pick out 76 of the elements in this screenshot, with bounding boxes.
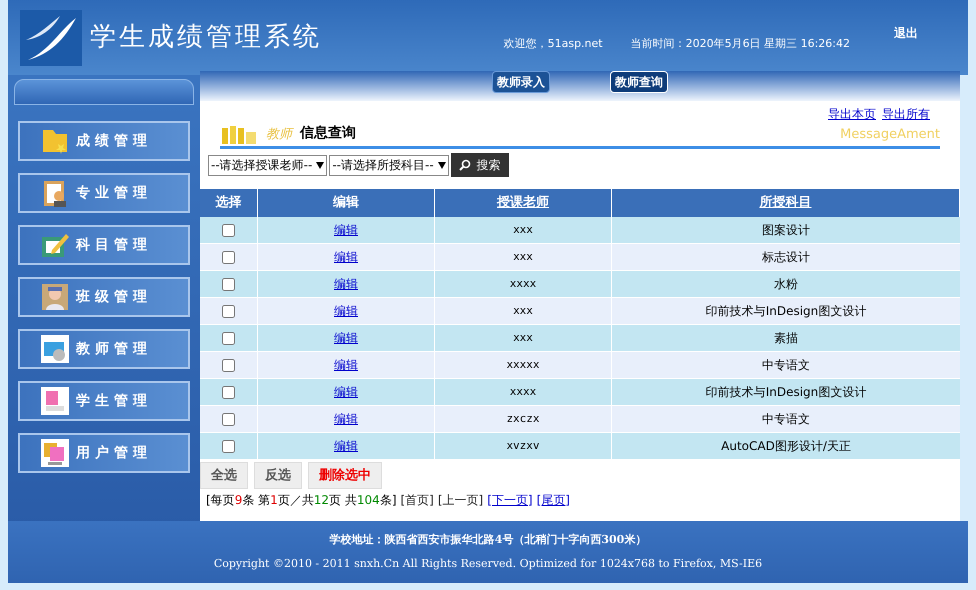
table-cell-text: 印前技术与InDesign图文设计 [706,303,866,320]
export-link[interactable]: 导出本页 [828,105,876,123]
table-cell-text: zxczx [506,410,540,427]
school-address: 学校地址：陕西省西安市振华北路4号（北稍门十字向西300米） [330,532,646,548]
edit-link[interactable]: 编辑 [334,383,358,401]
sidebar-item[interactable]: 科目管理 [18,225,190,265]
person-icon [40,282,70,312]
table-cell-text: 中专语文 [762,411,810,428]
table-cell-text: xxx [513,248,533,265]
action-button[interactable]: 删除选中 [308,462,382,489]
edit-link[interactable]: 编辑 [334,248,358,266]
computer-icon [40,386,70,416]
edit-link[interactable]: 编辑 [334,302,358,320]
sidebar-item[interactable]: 教师管理 [18,329,190,369]
pager-link[interactable]: [尾页] [536,491,570,509]
caret-icon [316,162,324,168]
table-cell-text: AutoCAD图形设计/天正 [721,438,851,455]
app-title: 学生成绩管理系统 [90,21,322,54]
pager-info: [每页9条 第1页／共12页 共104条] [206,492,396,509]
column-header[interactable]: 所授科目 [760,193,812,213]
current-time: 当前时间：2020年5月6日 星期三 16:26:42 [630,36,850,52]
column-header: 选择 [216,194,242,212]
sidebar-item[interactable]: 班级管理 [18,277,190,317]
edit-link[interactable]: 编辑 [334,410,358,428]
row-checkbox[interactable] [222,332,235,344]
table-cell-text: xvzxv [506,438,540,454]
edit-link[interactable]: 编辑 [334,221,358,239]
sidebar-item[interactable]: 用户管理 [18,433,190,473]
search-icon [458,159,471,171]
row-checkbox[interactable] [222,278,235,290]
table-cell-text: xxxx [510,276,536,292]
section-subtitle: MessageAment [840,126,940,144]
edit-link[interactable]: 编辑 [334,329,358,347]
copyright-text: Copyright ©2010 - 2011 snxh.Cn All Rights Reserved. Optimized for 1024x768 to Firefox, MS-IE6 [214,556,762,572]
search-button[interactable]: 搜索 [450,153,509,177]
welcome-text: 欢迎您，51asp.net [504,36,603,52]
sidebar-item[interactable]: 成绩管理 [18,121,190,161]
row-checkbox[interactable] [222,304,235,318]
row-checkbox[interactable] [222,224,235,236]
section-title: 信息查询 [300,124,356,143]
logo-icon [20,10,82,66]
export-link[interactable]: 导出所有 [882,105,930,123]
row-checkbox[interactable] [222,386,235,398]
logout-link[interactable]: 退出 [894,24,918,42]
column-header[interactable]: 授课老师 [497,193,549,213]
table-cell-text: 素描 [774,330,798,347]
table-cell-text: xxx [513,222,533,238]
monitors-icon [40,438,70,468]
table-cell-text: xxxx [510,384,536,400]
row-checkbox[interactable] [222,358,235,372]
caret-icon [438,162,446,168]
pager-link[interactable]: [下一页] [487,491,533,509]
column-header: 编辑 [333,194,359,212]
nav-tab[interactable]: 教师查询 [610,71,668,93]
table-cell-text: 中专语文 [762,357,810,374]
nav-tab[interactable]: 教师录入 [492,71,550,93]
table-cell-text: xxx [513,330,533,346]
row-checkbox[interactable] [222,412,235,426]
table-cell-text: 印前技术与InDesign图文设计 [706,384,866,401]
table-cell-text: xxx [513,302,533,319]
row-checkbox[interactable] [222,440,235,452]
teacher-select[interactable]: --请选择授课老师-- [208,154,328,176]
sidebar-item[interactable]: 专业管理 [18,173,190,213]
row-checkbox[interactable] [222,250,235,264]
edit-link[interactable]: 编辑 [334,275,358,293]
subject-select[interactable]: --请选择所授科目-- [329,154,449,176]
section-accent: 教师 [266,126,292,144]
table-cell-text: 图案设计 [762,222,810,239]
table-cell-text: xxxxx [506,356,540,373]
table-cell-text: 水粉 [774,276,798,293]
action-button[interactable]: 反选 [254,462,302,489]
edit-link[interactable]: 编辑 [334,356,358,374]
sidebar-item[interactable]: 学生管理 [18,381,190,421]
table-cell-text: 标志设计 [762,249,810,266]
edit-link[interactable]: 编辑 [334,437,358,455]
action-button[interactable]: 全选 [200,462,248,489]
